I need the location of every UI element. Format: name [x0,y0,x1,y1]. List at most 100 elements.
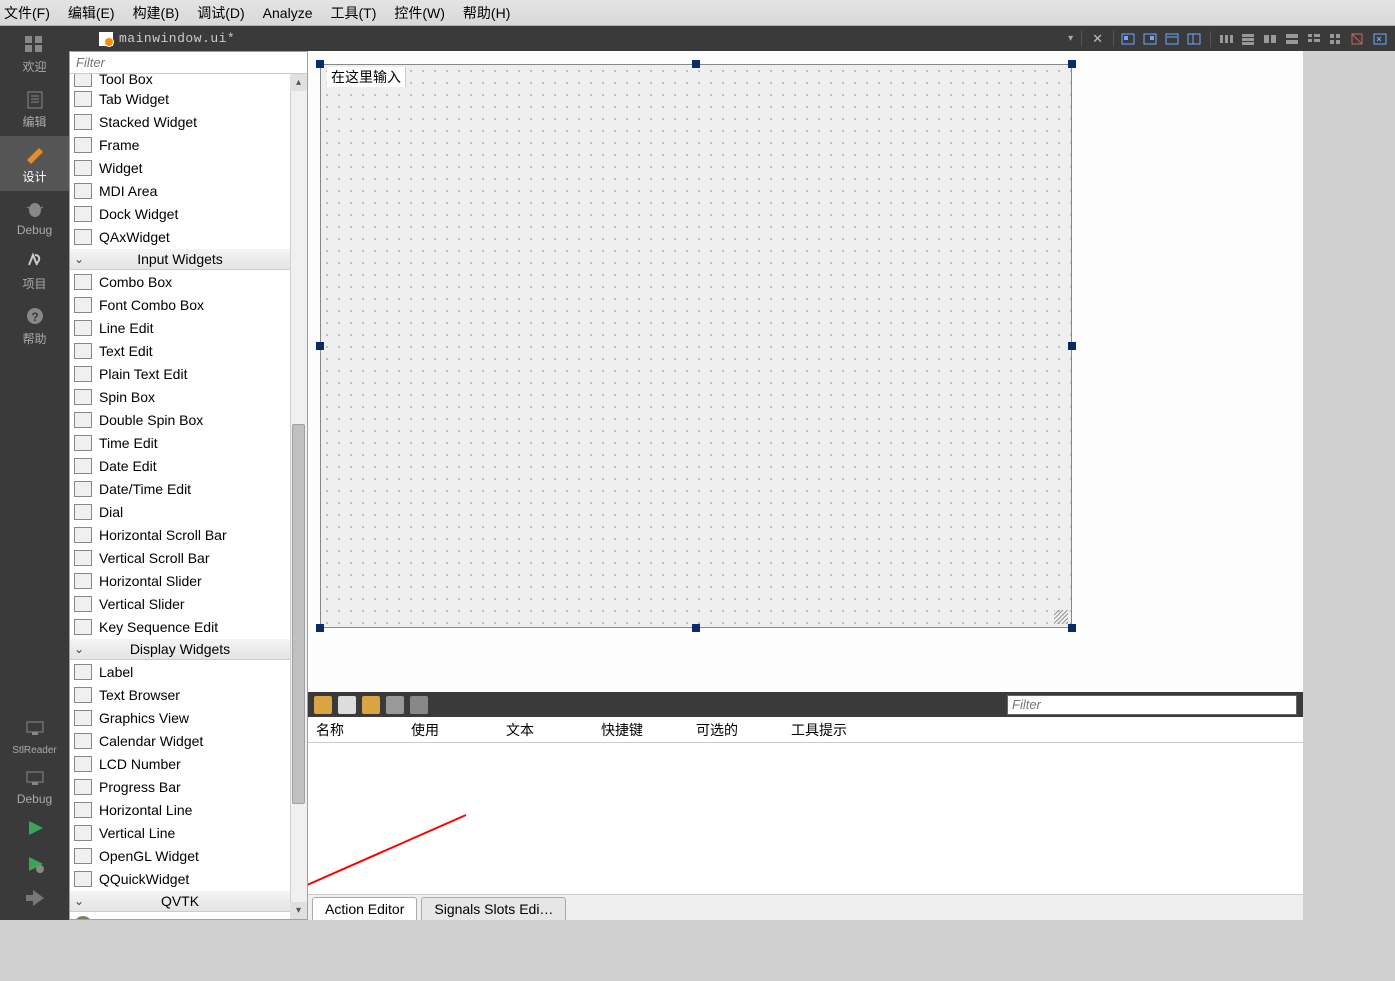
widget-item[interactable]: QQuickWidget [70,867,290,890]
widget-item[interactable]: Line Edit [70,316,290,339]
selection-handle[interactable] [1068,60,1076,68]
close-document-icon[interactable]: ✕ [1092,31,1103,47]
widget-item[interactable]: QVTKWidget [70,912,290,919]
selection-handle[interactable] [316,60,324,68]
widget-category[interactable]: ⌄Input Widgets [70,248,290,270]
toolbar-icon-3[interactable] [1164,31,1182,47]
form-mainwindow[interactable]: 在这里输入 [320,64,1072,628]
widget-item[interactable]: QAxWidget [70,225,290,248]
tab-action-editor[interactable]: Action Editor [312,897,417,920]
mode-help[interactable]: ? 帮助 [0,298,69,353]
widget-item[interactable]: Double Spin Box [70,408,290,431]
design-canvas[interactable]: 在这里输入 [308,51,1303,692]
mode-edit[interactable]: 编辑 [0,81,69,136]
layout-hsplit-icon[interactable] [1261,31,1279,47]
col-tooltip[interactable]: 工具提示 [783,720,878,740]
mode-debug[interactable]: Debug [0,191,69,243]
menu-debug[interactable]: 调试(D) [197,3,244,23]
scroll-up-icon[interactable]: ▴ [290,74,307,91]
widget-item[interactable]: Tool Box [70,74,290,87]
layout-break-icon[interactable] [1349,31,1367,47]
widget-item[interactable]: OpenGL Widget [70,844,290,867]
run-button[interactable] [0,812,69,848]
menu-file[interactable]: 文件(F) [4,3,50,23]
menu-analyze[interactable]: Analyze [263,5,313,21]
menu-widgets[interactable]: 控件(W) [394,3,445,23]
widget-item[interactable]: Widget [70,156,290,179]
layout-v-icon[interactable] [1239,31,1257,47]
widget-item[interactable]: Frame [70,133,290,156]
widget-category[interactable]: ⌄QVTK [70,890,290,912]
paste-action-icon[interactable] [362,696,380,714]
selection-handle[interactable] [692,60,700,68]
selection-handle[interactable] [1068,624,1076,632]
col-used[interactable]: 使用 [403,720,498,740]
menu-placeholder[interactable]: 在这里输入 [327,67,406,87]
menu-edit[interactable]: 编辑(E) [68,3,115,23]
widget-category[interactable]: ⌄Display Widgets [70,638,290,660]
selection-handle[interactable] [692,624,700,632]
layout-vsplit-icon[interactable] [1283,31,1301,47]
widget-item[interactable]: Label [70,660,290,683]
widget-item[interactable]: Date Edit [70,454,290,477]
widget-item[interactable]: Time Edit [70,431,290,454]
kit-selector[interactable]: StlReader [0,712,69,762]
layout-form-icon[interactable] [1305,31,1323,47]
build-config[interactable]: Debug [0,762,69,812]
build-button[interactable] [0,884,69,920]
widget-item[interactable]: Horizontal Line [70,798,290,821]
widget-item[interactable]: Vertical Scroll Bar [70,546,290,569]
col-checkable[interactable]: 可选的 [688,720,783,740]
toolbar-icon-2[interactable] [1142,31,1160,47]
widget-item[interactable]: Combo Box [70,270,290,293]
debug-run-button[interactable] [0,848,69,884]
scroll-down-icon[interactable]: ▾ [290,902,307,919]
adjust-size-icon[interactable] [1371,31,1389,47]
delete-action-icon[interactable] [386,696,404,714]
widget-filter[interactable] [70,52,307,74]
widget-item[interactable]: Vertical Slider [70,592,290,615]
toolbar-icon-4[interactable] [1186,31,1204,47]
widget-item[interactable]: Horizontal Scroll Bar [70,523,290,546]
widget-scrollbar[interactable]: ▴ ▾ [290,74,307,919]
mode-project[interactable]: 项目 [0,243,69,298]
copy-action-icon[interactable] [338,696,356,714]
new-action-icon[interactable] [314,696,332,714]
document-name[interactable]: mainwindow.ui* [119,31,235,46]
widget-item[interactable]: Font Combo Box [70,293,290,316]
widget-item[interactable]: Date/Time Edit [70,477,290,500]
menu-tools[interactable]: 工具(T) [330,3,376,23]
col-text[interactable]: 文本 [498,720,593,740]
widget-item[interactable]: Plain Text Edit [70,362,290,385]
widget-item[interactable]: Text Edit [70,339,290,362]
toolbar-icon-1[interactable] [1120,31,1138,47]
layout-grid-icon[interactable] [1327,31,1345,47]
widget-filter-input[interactable] [70,52,307,73]
selection-handle[interactable] [316,624,324,632]
resize-grip-icon[interactable] [1054,610,1068,624]
widget-item[interactable]: Key Sequence Edit [70,615,290,638]
widget-item[interactable]: Progress Bar [70,775,290,798]
widget-item[interactable]: MDI Area [70,179,290,202]
tab-signals-slots[interactable]: Signals Slots Edi… [421,897,566,920]
widget-item[interactable]: Horizontal Slider [70,569,290,592]
widget-item[interactable]: Dock Widget [70,202,290,225]
widget-item[interactable]: Spin Box [70,385,290,408]
col-name[interactable]: 名称 [308,720,403,740]
selection-handle[interactable] [1068,342,1076,350]
widget-item[interactable]: Graphics View [70,706,290,729]
widget-item[interactable]: Vertical Line [70,821,290,844]
scroll-thumb[interactable] [292,424,305,804]
mode-design[interactable]: 设计 [0,136,69,191]
col-shortcut[interactable]: 快捷键 [593,720,688,740]
widget-item[interactable]: Calendar Widget [70,729,290,752]
selection-handle[interactable] [316,342,324,350]
widget-item[interactable]: Tab Widget [70,87,290,110]
action-filter-input[interactable] [1008,696,1296,714]
widget-item[interactable]: Dial [70,500,290,523]
menu-help[interactable]: 帮助(H) [463,3,510,23]
menu-build[interactable]: 构建(B) [133,3,180,23]
widget-item[interactable]: LCD Number [70,752,290,775]
menu-bar[interactable]: 文件(F) 编辑(E) 构建(B) 调试(D) Analyze 工具(T) 控件… [0,0,1395,26]
mode-welcome[interactable]: 欢迎 [0,26,69,81]
